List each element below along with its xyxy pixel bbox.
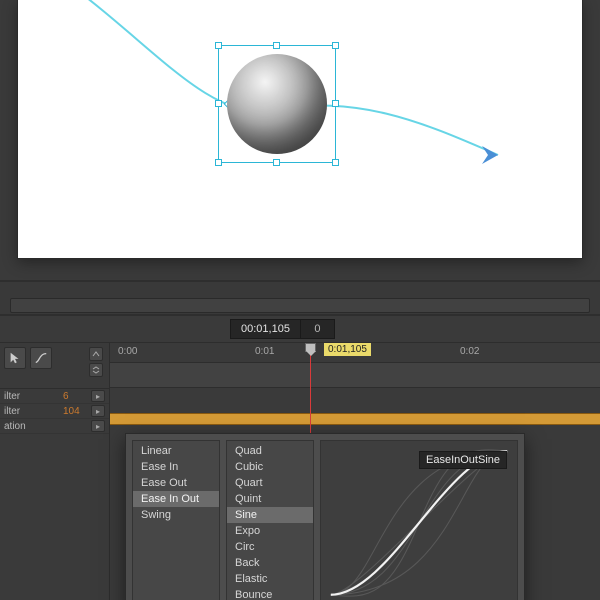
- selection-bounds[interactable]: [218, 45, 336, 163]
- expand-up-button[interactable]: [89, 347, 103, 361]
- time-readout-secondary[interactable]: 0: [301, 319, 335, 339]
- filter-go-button[interactable]: ▸: [91, 390, 105, 402]
- easing-type-list[interactable]: LinearEase InEase OutEase In OutSwing: [132, 440, 220, 600]
- timeline-left-body: ilter6▸ilter104▸ation▸: [0, 389, 109, 600]
- filter-go-button[interactable]: ▸: [91, 405, 105, 417]
- easing-func-quint[interactable]: Quint: [227, 491, 313, 507]
- easing-curve-preview: EaseInOutSine: [320, 440, 518, 600]
- easing-func-list[interactable]: QuadCubicQuartQuintSineExpoCircBackElast…: [226, 440, 314, 600]
- easing-func-sine[interactable]: Sine: [227, 507, 313, 523]
- easing-func-bounce[interactable]: Bounce: [227, 587, 313, 600]
- filter-go-button[interactable]: ▸: [91, 420, 105, 432]
- easing-type-ease-out[interactable]: Ease Out: [133, 475, 219, 491]
- resize-handle-mr[interactable]: [332, 100, 339, 107]
- time-readout-value[interactable]: 00:01,105: [230, 319, 301, 339]
- ruler-tick: 0:01: [255, 346, 274, 357]
- filter-label: ilter: [4, 406, 63, 417]
- easing-func-cubic[interactable]: Cubic: [227, 459, 313, 475]
- animation-track[interactable]: [110, 413, 600, 425]
- expand-nav-button[interactable]: [89, 363, 103, 377]
- filter-label: ilter: [4, 391, 63, 402]
- filter-row[interactable]: ilter6▸: [0, 389, 109, 404]
- time-readout[interactable]: 00:01,105 0: [230, 319, 335, 339]
- playhead-time-badge: 0:01,105: [324, 343, 371, 356]
- easing-type-swing[interactable]: Swing: [133, 507, 219, 523]
- resize-handle-tl[interactable]: [215, 42, 222, 49]
- resize-handle-tm[interactable]: [273, 42, 280, 49]
- playhead-grip[interactable]: [305, 343, 316, 352]
- easing-func-quad[interactable]: Quad: [227, 443, 313, 459]
- easing-panel[interactable]: LinearEase InEase OutEase In OutSwing Qu…: [125, 433, 525, 600]
- viewport[interactable]: [18, 0, 582, 258]
- chevron-updown-icon: [92, 366, 100, 374]
- easing-func-quart[interactable]: Quart: [227, 475, 313, 491]
- time-readout-row: 00:01,105 0: [0, 316, 600, 342]
- timeline-tools: [0, 343, 109, 389]
- resize-handle-tr[interactable]: [332, 42, 339, 49]
- filter-row[interactable]: ilter104▸: [0, 404, 109, 419]
- easing-func-expo[interactable]: Expo: [227, 523, 313, 539]
- timeline-left-column: ilter6▸ilter104▸ation▸: [0, 343, 110, 600]
- easing-type-linear[interactable]: Linear: [133, 443, 219, 459]
- curve-icon: [34, 351, 48, 365]
- filter-label: ation: [4, 421, 63, 432]
- easing-func-back[interactable]: Back: [227, 555, 313, 571]
- filter-value[interactable]: 6: [63, 391, 91, 402]
- chevron-up-icon: [92, 350, 100, 358]
- filter-row[interactable]: ation ▸: [0, 419, 109, 434]
- timeline-tracks[interactable]: 0:000:010:02 0:01,105 LinearEase InEase …: [110, 343, 600, 600]
- resize-handle-ml[interactable]: [215, 100, 222, 107]
- easing-type-ease-in-out[interactable]: Ease In Out: [133, 491, 219, 507]
- filter-value[interactable]: 104: [63, 406, 91, 417]
- resize-handle-bm[interactable]: [273, 159, 280, 166]
- easing-func-elastic[interactable]: Elastic: [227, 571, 313, 587]
- track-shade: [110, 363, 600, 388]
- range-strip[interactable]: [0, 280, 600, 316]
- easing-type-ease-in[interactable]: Ease In: [133, 459, 219, 475]
- sphere-object[interactable]: [227, 54, 327, 154]
- resize-handle-br[interactable]: [332, 159, 339, 166]
- pointer-icon: [8, 351, 22, 365]
- curve-tool-button[interactable]: [30, 347, 52, 369]
- ruler-tick: 0:02: [460, 346, 479, 357]
- resize-handle-bl[interactable]: [215, 159, 222, 166]
- pointer-tool-button[interactable]: [4, 347, 26, 369]
- easing-func-circ[interactable]: Circ: [227, 539, 313, 555]
- ruler-tick: 0:00: [118, 346, 137, 357]
- timeline-panel: ilter6▸ilter104▸ation▸ 0:000:010:02 0:01…: [0, 342, 600, 600]
- easing-curve-label: EaseInOutSine: [419, 451, 507, 469]
